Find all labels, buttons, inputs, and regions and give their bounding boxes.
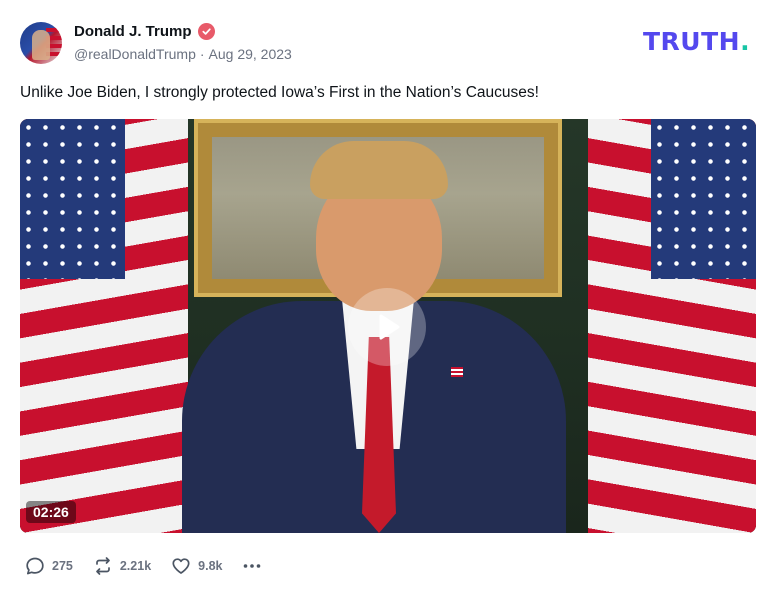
like-button[interactable]: 9.8k [170, 555, 222, 577]
post-date[interactable]: Aug 29, 2023 [209, 46, 292, 62]
avatar[interactable] [20, 22, 62, 64]
flag-canton [20, 119, 125, 279]
author-handle[interactable]: @realDonaldTrump [74, 46, 196, 62]
author-display-name[interactable]: Donald J. Trump [74, 23, 192, 40]
flag-right [588, 119, 756, 533]
retruth-icon [96, 557, 110, 575]
logo-text: TRUTH [643, 27, 741, 56]
action-bar: 275 2.21k 9.8k [24, 555, 282, 577]
play-icon [379, 314, 400, 340]
truth-social-logo[interactable]: TRUTH. [643, 27, 750, 56]
flag-left [20, 119, 188, 533]
author-row: Donald J. Trump [74, 23, 215, 40]
like-count: 9.8k [198, 559, 223, 573]
more-button[interactable] [241, 555, 263, 577]
retruth-count: 2.21k [119, 559, 152, 573]
flag-canton [651, 119, 756, 279]
more-icon [244, 564, 261, 568]
verified-badge-icon [197, 23, 215, 40]
avatar-flag-stripe [46, 28, 62, 32]
video-duration: 02:26 [26, 501, 76, 523]
heart-icon [172, 558, 190, 574]
meta-separator: · [199, 46, 205, 62]
reply-count: 275 [52, 559, 73, 573]
post-meta: @realDonaldTrump · Aug 29, 2023 [74, 46, 292, 62]
post-text: Unlike Joe Biden, I strongly protected I… [20, 84, 539, 101]
video-player[interactable]: 02:26 [20, 119, 756, 533]
avatar-figure [32, 30, 50, 60]
logo-dot: . [740, 27, 751, 56]
reply-icon [26, 557, 44, 575]
retruth-button[interactable]: 2.21k [92, 555, 151, 577]
speaker-hair [310, 141, 448, 199]
flag-pin [451, 367, 463, 377]
reply-button[interactable]: 275 [24, 555, 73, 577]
play-button[interactable] [348, 288, 426, 366]
